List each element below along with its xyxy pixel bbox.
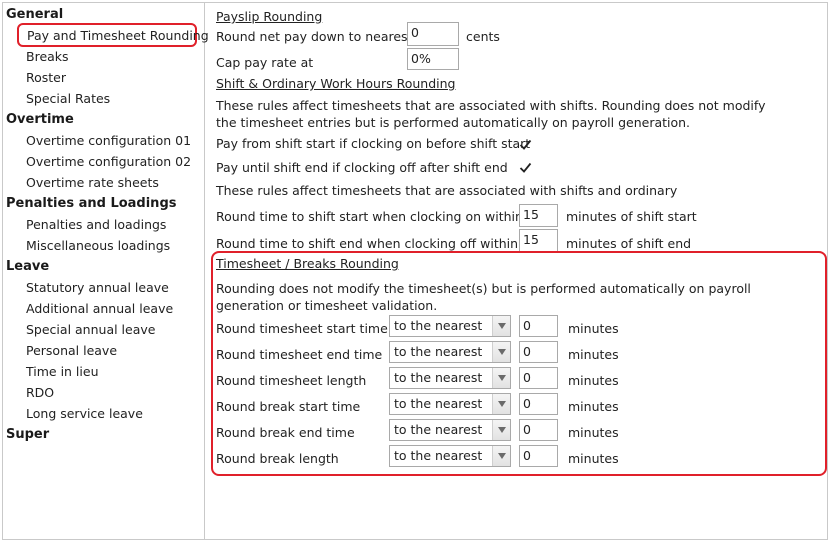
settings-content: Payslip Rounding Round net pay down to n…	[206, 3, 827, 539]
sidebar-item-penalties-and-loadings[interactable]: Penalties and loadings	[26, 217, 166, 233]
round-shift-start-unit: minutes of shift start	[566, 209, 697, 224]
round-shift-start-label: Round time to shift start when clocking …	[216, 209, 523, 224]
checkmark-icon	[519, 139, 531, 150]
round-timesheet-length-select[interactable]: to the nearest	[389, 367, 511, 389]
round-timesheet-end-select[interactable]: to the nearest	[389, 341, 511, 363]
sidebar-category-overtime[interactable]: Overtime	[6, 112, 74, 128]
round-timesheet-end-input[interactable]: 0	[519, 341, 558, 363]
sidebar-item-special-annual-leave[interactable]: Special annual leave	[26, 322, 155, 338]
sidebar-item-rdo[interactable]: RDO	[26, 385, 54, 401]
select-value: to the nearest	[394, 344, 483, 359]
round-break-end-label: Round break end time	[216, 425, 355, 440]
chevron-down-icon[interactable]	[492, 316, 510, 336]
timesheet-breaks-description: Rounding does not modify the timesheet(s…	[216, 281, 751, 313]
sidebar-item-statutory-annual-leave[interactable]: Statutory annual leave	[26, 280, 169, 296]
sidebar-item-long-service-leave[interactable]: Long service leave	[26, 406, 143, 422]
round-break-start-label: Round break start time	[216, 399, 361, 414]
round-shift-end-label: Round time to shift end when clocking of…	[216, 236, 519, 251]
shift-ordinary-description: These rules affect timesheets that are a…	[216, 183, 678, 198]
round-shift-end-unit: minutes of shift end	[566, 236, 692, 251]
cap-pay-rate-label: Cap pay rate at	[216, 55, 314, 70]
round-timesheet-length-input[interactable]: 0	[519, 367, 558, 389]
round-timesheet-end-unit: minutes	[568, 347, 619, 362]
chevron-down-icon[interactable]	[492, 420, 510, 440]
round-timesheet-end-label: Round timesheet end time	[216, 347, 383, 362]
round-break-length-label: Round break length	[216, 451, 339, 466]
round-timesheet-length-unit: minutes	[568, 373, 619, 388]
round-net-pay-unit: cents	[466, 29, 500, 44]
checkmark-icon	[519, 162, 531, 173]
sidebar-item-time-in-lieu[interactable]: Time in lieu	[26, 364, 99, 380]
pay-until-shift-end-checkbox[interactable]	[518, 160, 532, 174]
select-value: to the nearest	[394, 370, 483, 385]
sidebar-item-overtime-configuration-02[interactable]: Overtime configuration 02	[26, 154, 191, 170]
sidebar-item-miscellaneous-loadings[interactable]: Miscellaneous loadings	[26, 238, 170, 254]
settings-window: General Pay and Timesheet Rounding Break…	[2, 2, 828, 540]
sidebar-item-personal-leave[interactable]: Personal leave	[26, 343, 117, 359]
sidebar-item-roster[interactable]: Roster	[26, 70, 66, 86]
sidebar-category-general[interactable]: General	[6, 7, 63, 23]
sidebar-item-overtime-configuration-01[interactable]: Overtime configuration 01	[26, 133, 191, 149]
round-timesheet-start-label: Round timesheet start time	[216, 321, 388, 336]
select-value: to the nearest	[394, 422, 483, 437]
round-break-end-unit: minutes	[568, 425, 619, 440]
round-timesheet-start-input[interactable]: 0	[519, 315, 558, 337]
sidebar: General Pay and Timesheet Rounding Break…	[3, 3, 209, 539]
sidebar-item-pay-and-timesheet-rounding[interactable]: Pay and Timesheet Rounding	[17, 23, 209, 47]
round-break-length-input[interactable]: 0	[519, 445, 558, 467]
chevron-down-icon[interactable]	[492, 394, 510, 414]
timesheet-breaks-heading: Timesheet / Breaks Rounding	[216, 256, 399, 271]
sidebar-item-special-rates[interactable]: Special Rates	[26, 91, 110, 107]
select-value: to the nearest	[394, 396, 483, 411]
cap-pay-rate-input[interactable]: 0%	[407, 48, 459, 70]
round-net-pay-label: Round net pay down to nearest	[216, 29, 413, 44]
round-break-start-select[interactable]: to the nearest	[389, 393, 511, 415]
sidebar-item-overtime-rate-sheets[interactable]: Overtime rate sheets	[26, 175, 159, 191]
sidebar-item-label: Pay and Timesheet Rounding	[27, 27, 209, 43]
select-value: to the nearest	[394, 448, 483, 463]
sidebar-category-leave[interactable]: Leave	[6, 259, 49, 275]
round-shift-start-input[interactable]: 15	[519, 204, 558, 227]
sidebar-category-super[interactable]: Super	[6, 427, 49, 443]
chevron-down-icon[interactable]	[492, 342, 510, 362]
payslip-rounding-heading: Payslip Rounding	[216, 9, 323, 24]
chevron-down-icon[interactable]	[492, 446, 510, 466]
shift-rounding-description: These rules affect timesheets that are a…	[216, 98, 766, 130]
pay-from-shift-start-label: Pay from shift start if clocking on befo…	[216, 136, 531, 151]
round-break-end-input[interactable]: 0	[519, 419, 558, 441]
round-timesheet-start-unit: minutes	[568, 321, 619, 336]
round-timesheet-start-select[interactable]: to the nearest	[389, 315, 511, 337]
pay-until-shift-end-label: Pay until shift end if clocking off afte…	[216, 160, 508, 175]
round-shift-end-input[interactable]: 15	[519, 229, 558, 252]
round-timesheet-length-label: Round timesheet length	[216, 373, 367, 388]
pay-from-shift-start-checkbox[interactable]	[518, 137, 532, 151]
sidebar-category-penalties[interactable]: Penalties and Loadings	[6, 196, 177, 212]
round-break-start-unit: minutes	[568, 399, 619, 414]
round-break-end-select[interactable]: to the nearest	[389, 419, 511, 441]
sidebar-item-additional-annual-leave[interactable]: Additional annual leave	[26, 301, 173, 317]
chevron-down-icon[interactable]	[492, 368, 510, 388]
round-break-length-unit: minutes	[568, 451, 619, 466]
round-break-start-input[interactable]: 0	[519, 393, 558, 415]
round-net-pay-input[interactable]: 0	[407, 22, 459, 46]
shift-rounding-heading: Shift & Ordinary Work Hours Rounding	[216, 76, 456, 91]
sidebar-item-breaks[interactable]: Breaks	[26, 49, 69, 65]
round-break-length-select[interactable]: to the nearest	[389, 445, 511, 467]
select-value: to the nearest	[394, 318, 483, 333]
